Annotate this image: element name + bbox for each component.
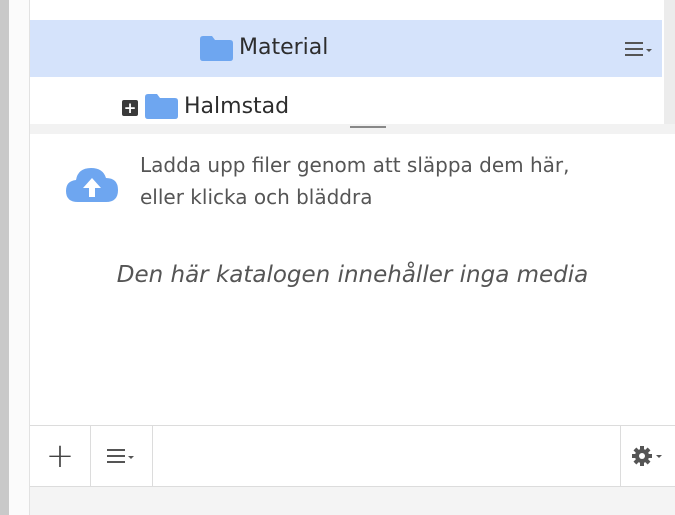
- upload-line-1: Ladda upp filer genom att släppa dem här…: [140, 153, 570, 177]
- bottom-strip: [30, 487, 675, 515]
- upload-line-2: eller klicka och bläddra: [140, 185, 373, 209]
- panel-gutter: [9, 0, 30, 515]
- gear-icon: [632, 446, 662, 466]
- list-menu-icon: [106, 449, 134, 463]
- settings-button[interactable]: [621, 426, 675, 486]
- folder-icon: [200, 36, 233, 61]
- tree-item-label: Halmstad: [184, 94, 290, 119]
- tree-scrollbar[interactable]: [664, 0, 675, 124]
- folder-tree: Material + Halmstad: [30, 20, 662, 124]
- tree-item-material[interactable]: Material: [30, 20, 662, 77]
- row-menu-icon[interactable]: [625, 40, 655, 58]
- media-toolbar: +: [30, 425, 675, 487]
- tree-item-label: Material: [239, 35, 329, 60]
- tree-item-halmstad[interactable]: + Halmstad: [30, 77, 662, 124]
- toolbar-separator: [152, 426, 153, 486]
- tree-top-strip: [30, 0, 675, 20]
- upload-dropzone[interactable]: Ladda upp filer genom att släppa dem här…: [30, 134, 675, 424]
- left-rail: [0, 0, 9, 515]
- cloud-upload-icon: [66, 168, 118, 202]
- empty-folder-message: Den här katalogen innehåller inga media: [116, 262, 589, 288]
- resize-handle[interactable]: [350, 126, 386, 128]
- list-menu-button[interactable]: [91, 426, 152, 486]
- folder-icon: [145, 94, 178, 119]
- upload-instructions: Ladda upp filer genom att släppa dem här…: [140, 149, 660, 213]
- add-button[interactable]: +: [30, 426, 90, 486]
- expand-icon[interactable]: +: [122, 100, 138, 116]
